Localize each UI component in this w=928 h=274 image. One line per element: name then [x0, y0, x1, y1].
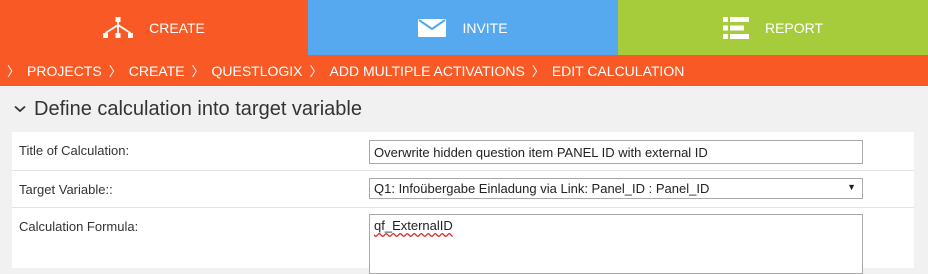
breadcrumb-label: QUESTLOGIX: [211, 62, 303, 79]
tab-invite[interactable]: INVITE: [308, 0, 618, 55]
target-variable-value: Q1: Infoübergabe Einladung via Link: Pan…: [374, 181, 710, 196]
breadcrumb: 〉 PROJECTS 〉 CREATE 〉 QUESTLOGIX 〉 ADD M…: [0, 55, 928, 86]
target-variable-label: Target Variable::: [19, 182, 113, 197]
form-row-title: Title of Calculation:: [12, 132, 914, 171]
breadcrumb-separator: 〉: [309, 64, 323, 79]
form-row-formula: Calculation Formula: qf_ExternalID: [12, 208, 914, 274]
breadcrumb-label: ADD MULTIPLE ACTIVATIONS: [329, 62, 525, 79]
target-variable-select[interactable]: Q1: Infoübergabe Einladung via Link: Pan…: [369, 178, 863, 199]
breadcrumb-label: CREATE: [128, 62, 185, 79]
list-icon: [722, 16, 749, 39]
breadcrumb-separator: 〉: [108, 64, 122, 79]
tab-invite-label: INVITE: [462, 19, 508, 36]
title-label: Title of Calculation:: [19, 143, 130, 158]
calculation-form: Title of Calculation: Target Variable:: …: [12, 132, 914, 274]
title-input[interactable]: [369, 140, 863, 164]
formula-label: Calculation Formula:: [19, 219, 139, 234]
chevron-down-icon[interactable]: [14, 105, 26, 113]
breadcrumb-item-projects[interactable]: 〉 PROJECTS: [0, 61, 102, 80]
tab-create[interactable]: CREATE: [0, 0, 308, 55]
section-header: Define calculation into target variable: [0, 86, 928, 132]
breadcrumb-separator: 〉: [531, 64, 545, 79]
breadcrumb-item-questlogix[interactable]: 〉 QUESTLOGIX: [184, 61, 302, 80]
breadcrumb-separator: 〉: [191, 64, 205, 79]
breadcrumb-label: PROJECTS: [27, 62, 102, 79]
breadcrumb-item-create[interactable]: 〉 CREATE: [102, 61, 185, 80]
sitemap-icon: [103, 16, 134, 39]
breadcrumb-item-edit-calculation: 〉 EDIT CALCULATION: [525, 61, 685, 80]
section-title: Define calculation into target variable: [34, 97, 362, 120]
formula-textarea[interactable]: qf_ExternalID: [369, 214, 863, 274]
tab-report[interactable]: REPORT: [618, 0, 928, 55]
breadcrumb-separator: 〉: [7, 64, 21, 79]
breadcrumb-item-add-multiple-activations[interactable]: 〉 ADD MULTIPLE ACTIVATIONS: [303, 61, 525, 80]
tab-create-label: CREATE: [149, 19, 205, 36]
top-navigation: CREATE INVITE REPORT: [0, 0, 928, 55]
tab-report-label: REPORT: [764, 19, 824, 36]
envelope-icon: [418, 18, 447, 37]
formula-value: qf_ExternalID: [374, 218, 453, 233]
dropdown-arrow-icon: ▼: [847, 182, 856, 192]
form-row-target: Target Variable:: Q1: Infoübergabe Einla…: [12, 171, 914, 208]
breadcrumb-label: EDIT CALCULATION: [551, 62, 685, 79]
